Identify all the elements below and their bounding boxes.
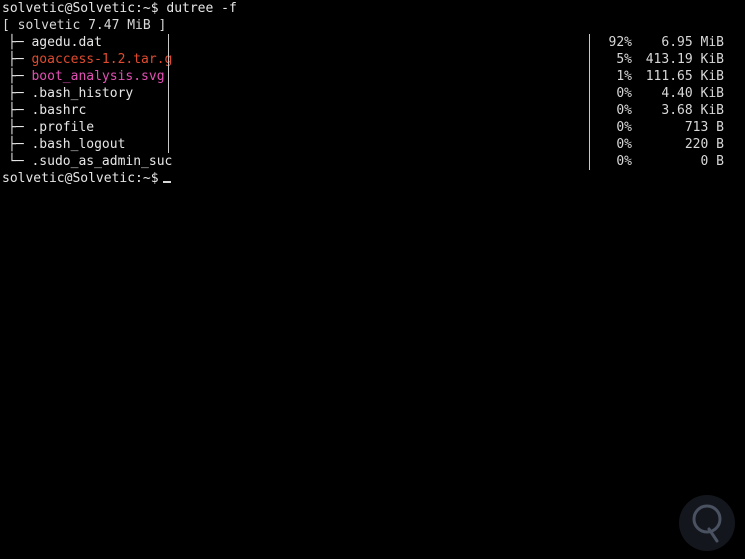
table-row[interactable]: ├─ goaccess-1.2.tar.g 5% 413.19 KiB	[2, 51, 745, 68]
size-value: 6.95 MiB	[661, 35, 724, 50]
table-row[interactable]: ├─ .profile 0% 713 B	[2, 119, 745, 136]
percent-value: 0%	[616, 86, 632, 101]
tree-branch-icon: ├─	[8, 86, 24, 101]
final-prompt-line[interactable]: solvetic@Solvetic:~$	[0, 170, 745, 187]
row-label: ├─ .bash_history	[8, 85, 133, 102]
shell-prompt: solvetic@Solvetic:~$	[2, 1, 159, 16]
row-label: ├─ boot_analysis.svg	[8, 68, 165, 85]
column-divider-right	[589, 102, 590, 119]
column-divider	[168, 85, 169, 102]
shell-prompt: solvetic@Solvetic:~$	[2, 171, 159, 186]
row-label: └─ .sudo_as_admin_suc	[8, 153, 172, 170]
percent-value: 0%	[616, 120, 632, 135]
column-divider-right	[589, 51, 590, 68]
command-line: solvetic@Solvetic:~$ dutree -f	[0, 0, 745, 17]
column-divider-right	[589, 85, 590, 102]
text-cursor	[162, 181, 171, 183]
file-name: agedu.dat	[23, 35, 102, 50]
size-value: 0 B	[700, 154, 724, 169]
tree-branch-icon: ├─	[8, 69, 24, 84]
dutree-header: [ solvetic 7.47 MiB ]	[2, 18, 167, 33]
percent-value: 0%	[616, 103, 632, 118]
percent-value: 5%	[616, 52, 632, 67]
size-value: 413.19 KiB	[645, 52, 724, 67]
column-divider-right	[589, 68, 590, 85]
column-divider-right	[589, 119, 590, 136]
tree-branch-icon: ├─	[8, 137, 24, 152]
row-label: ├─ .bashrc	[8, 102, 86, 119]
percent-value: 0%	[616, 154, 632, 169]
file-name: .bashrc	[23, 103, 87, 118]
watermark-logo	[679, 495, 735, 551]
table-row[interactable]: └─ .sudo_as_admin_suc 0% 0 B	[2, 153, 745, 170]
column-divider	[168, 34, 169, 51]
size-value: 3.68 KiB	[661, 103, 724, 118]
size-value: 713 B	[684, 120, 724, 135]
table-row[interactable]: ├─ .bash_logout 0% 220 B	[2, 136, 745, 153]
column-divider-right	[589, 153, 590, 170]
percent-value: 92%	[608, 35, 632, 50]
row-label: ├─ agedu.dat	[8, 34, 102, 51]
file-name: .bash_logout	[23, 137, 126, 152]
tree-branch-icon: └─	[8, 154, 24, 169]
tree-branch-icon: ├─	[8, 103, 24, 118]
file-name: .bash_history	[23, 86, 134, 101]
percent-value: 1%	[616, 69, 632, 84]
size-value: 4.40 KiB	[661, 86, 724, 101]
column-divider-right	[589, 34, 590, 51]
row-label: ├─ .profile	[8, 119, 94, 136]
size-value: 220 B	[684, 137, 724, 152]
file-name: boot_analysis.svg	[23, 69, 165, 84]
row-label: ├─ goaccess-1.2.tar.g	[8, 51, 172, 68]
table-row[interactable]: ├─ .bash_history 0% 4.40 KiB	[2, 85, 745, 102]
column-divider	[168, 136, 169, 153]
table-row[interactable]: ├─ boot_analysis.svg 1% 111.65 KiB	[2, 68, 745, 85]
dutree-output: ├─ agedu.dat 92% 6.95 MiB ├─ goaccess-1.…	[0, 34, 745, 170]
column-divider	[168, 102, 169, 119]
command-text: dutree -f	[158, 1, 237, 16]
column-divider	[168, 68, 169, 85]
tree-branch-icon: ├─	[8, 35, 24, 50]
table-row[interactable]: ├─ .bashrc 0% 3.68 KiB	[2, 102, 745, 119]
file-name: .sudo_as_admin_suc	[23, 154, 173, 169]
column-divider	[168, 51, 169, 68]
tree-branch-icon: ├─	[8, 52, 24, 67]
file-name: .profile	[23, 120, 95, 135]
column-divider	[168, 119, 169, 136]
file-name: goaccess-1.2.tar.g	[23, 52, 173, 67]
size-value: 111.65 KiB	[645, 69, 724, 84]
column-divider-right	[589, 136, 590, 153]
row-label: ├─ .bash_logout	[8, 136, 125, 153]
percent-value: 0%	[616, 137, 632, 152]
table-row[interactable]: ├─ agedu.dat 92% 6.95 MiB	[2, 34, 745, 51]
tree-branch-icon: ├─	[8, 120, 24, 135]
watermark-glyph-icon	[692, 504, 722, 543]
terminal-window[interactable]: solvetic@Solvetic:~$ dutree -f [ solveti…	[0, 0, 745, 559]
